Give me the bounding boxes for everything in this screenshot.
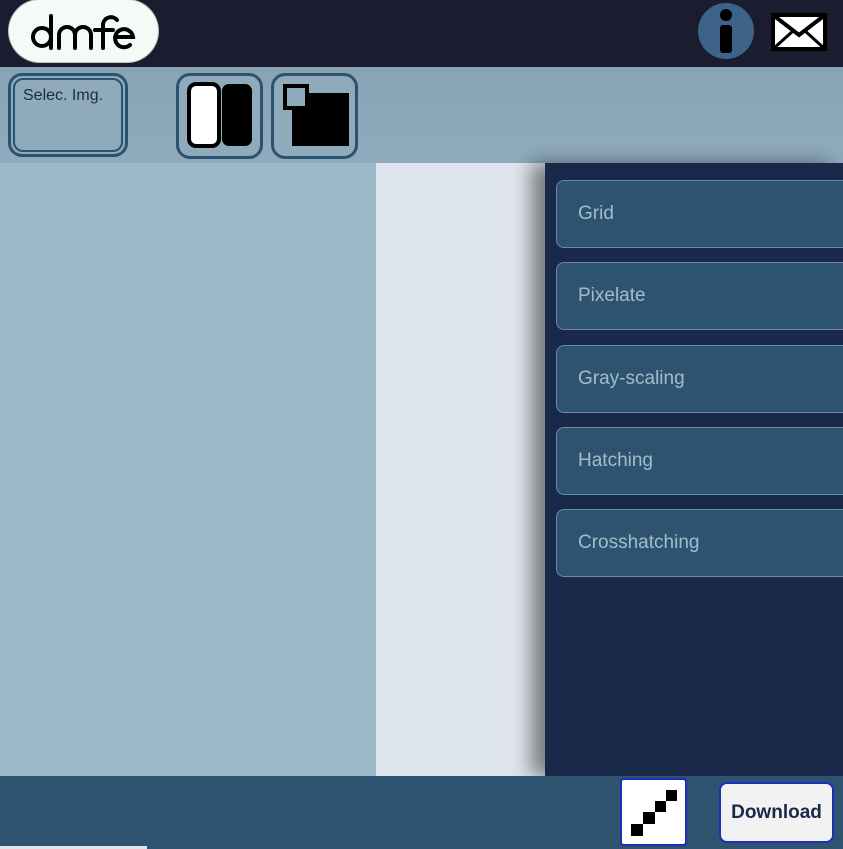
filter-label: Pixelate bbox=[578, 285, 646, 306]
info-button[interactable] bbox=[697, 2, 755, 60]
result-image-pane bbox=[376, 163, 546, 776]
info-icon bbox=[698, 3, 754, 59]
filter-label: Gray-scaling bbox=[578, 368, 685, 389]
select-image-label: Selec. Img. bbox=[23, 87, 104, 104]
select-image-button[interactable]: Selec. Img. bbox=[8, 73, 128, 157]
filter-label: Crosshatching bbox=[578, 532, 700, 553]
pixel-toggle-button[interactable] bbox=[620, 778, 687, 846]
overlay-button[interactable] bbox=[271, 73, 358, 159]
pixel-diagonal-icon bbox=[631, 790, 677, 836]
filter-label: Hatching bbox=[578, 450, 653, 471]
overlay-icon bbox=[283, 84, 349, 146]
split-view-button[interactable] bbox=[176, 73, 263, 159]
filter-panel: Grid Pixelate Gray-scaling Hatching Cros… bbox=[545, 163, 843, 776]
top-bar bbox=[0, 0, 843, 67]
download-button[interactable]: Download bbox=[719, 782, 834, 843]
logo-wordmark bbox=[31, 14, 136, 50]
filter-gray-scaling[interactable]: Gray-scaling bbox=[556, 345, 843, 413]
app-logo[interactable] bbox=[9, 0, 158, 62]
filter-hatching[interactable]: Hatching bbox=[556, 427, 843, 495]
mail-icon bbox=[771, 13, 827, 51]
filter-pixelate[interactable]: Pixelate bbox=[556, 262, 843, 330]
filter-label: Grid bbox=[578, 203, 614, 224]
bottom-bar bbox=[0, 776, 843, 849]
mail-button[interactable] bbox=[769, 10, 829, 54]
source-image-pane bbox=[0, 163, 376, 776]
filter-crosshatching[interactable]: Crosshatching bbox=[556, 509, 843, 577]
filter-grid[interactable]: Grid bbox=[556, 180, 843, 248]
download-label: Download bbox=[731, 802, 822, 823]
split-view-icon bbox=[187, 82, 252, 148]
